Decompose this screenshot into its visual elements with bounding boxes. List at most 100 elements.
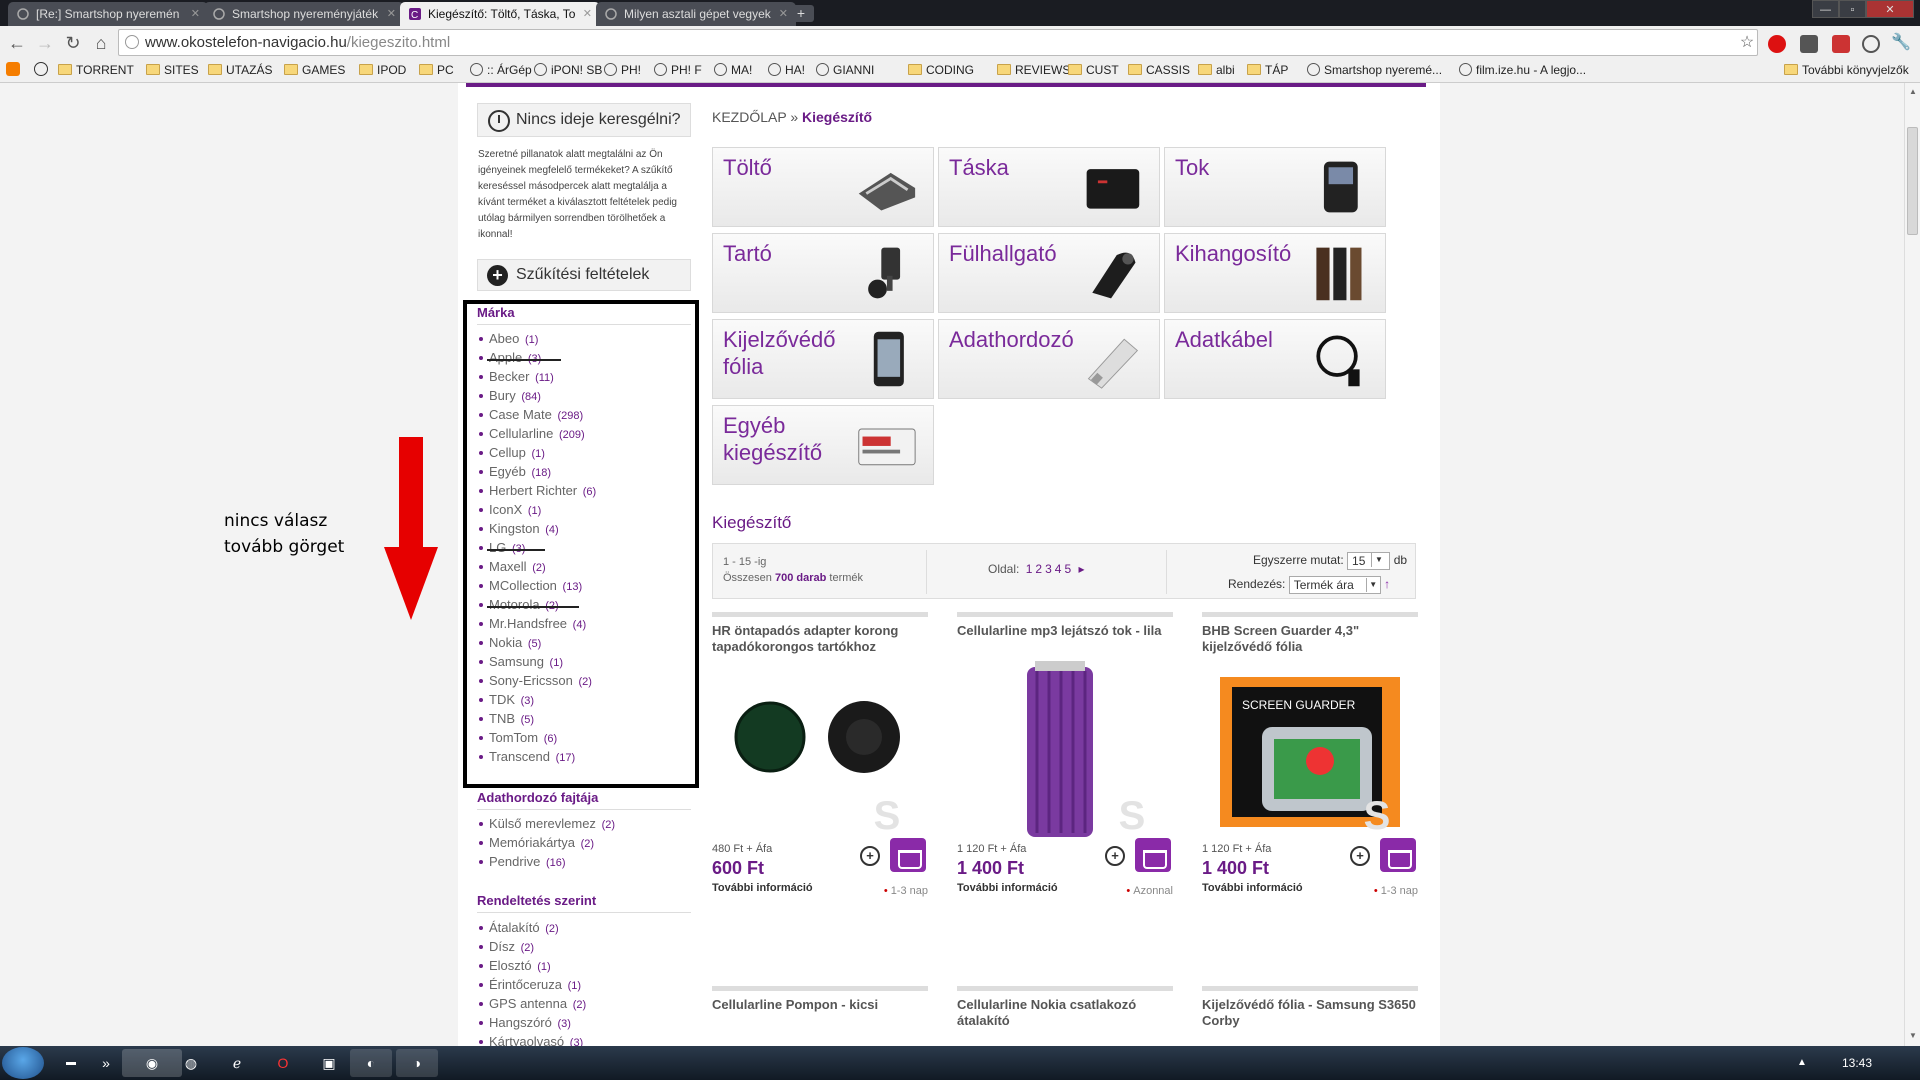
bookmark-item[interactable]: PC	[419, 62, 454, 78]
bookmark-item[interactable]: TORRENT	[58, 62, 134, 78]
bookmark-item[interactable]: CASSIS	[1128, 62, 1190, 78]
product-name-link[interactable]: Kijelzővédő fólia - Samsung S3650 Corby	[1202, 997, 1418, 1029]
brand-filter-item[interactable]: Motorola (2)	[477, 595, 691, 614]
category-tile[interactable]: Kihangosító	[1164, 233, 1386, 313]
app-taskbar-icon[interactable]: ▣	[308, 1049, 350, 1077]
brand-filter-item[interactable]: LG (3)	[477, 538, 691, 557]
page-number-link[interactable]: 1	[1026, 562, 1033, 576]
product-name-link[interactable]: Cellularline mp3 lejátszó tok - lila	[957, 623, 1173, 657]
brand-filter-item[interactable]: Nokia (5)	[477, 633, 691, 652]
brand-filter-item[interactable]: Kingston (4)	[477, 519, 691, 538]
other-bookmarks[interactable]: További könyvjelzők	[1784, 62, 1909, 78]
product-name-link[interactable]: HR öntapadós adapter korong tapadókorong…	[712, 623, 928, 657]
ie-taskbar-icon[interactable]: ℯ	[216, 1049, 258, 1077]
vertical-scrollbar[interactable]: ▲ ▼	[1904, 83, 1920, 1046]
bookmark-item[interactable]: albi	[1198, 62, 1235, 78]
purpose-filter-item[interactable]: Átalakító (2)	[477, 918, 691, 937]
brand-filter-item[interactable]: Samsung (1)	[477, 652, 691, 671]
brand-filter-item[interactable]: TomTom (6)	[477, 728, 691, 747]
bookmark-item[interactable]: GAMES	[284, 62, 345, 78]
storage-filter-item[interactable]: Pendrive (16)	[477, 852, 691, 871]
brand-filter-item[interactable]: MCollection (13)	[477, 576, 691, 595]
sort-select[interactable]: Termék ára ▼	[1288, 576, 1381, 594]
add-to-cart-button[interactable]	[890, 838, 926, 872]
brand-filter-item[interactable]: Herbert Richter (6)	[477, 481, 691, 500]
brand-filter-item[interactable]: TDK (3)	[477, 690, 691, 709]
storage-filter-item[interactable]: Külső merevlemez (2)	[477, 814, 691, 833]
product-name-link[interactable]: Cellularline Nokia csatlakozó átalakító	[957, 997, 1173, 1029]
bookmark-item[interactable]: film.ize.hu - A legjo...	[1458, 62, 1586, 78]
browser-tab[interactable]: Smartshop nyereményjáték ✕	[204, 2, 404, 26]
more-info-link[interactable]: További információ	[712, 882, 813, 894]
bookmark-item[interactable]: CODING	[908, 62, 974, 78]
bookmark-item[interactable]: PH!	[603, 62, 641, 78]
brand-filter-item[interactable]: Abeo (1)	[477, 329, 691, 348]
category-tile[interactable]: Egyéb kiegészítő	[712, 405, 934, 485]
page-number-link[interactable]: 5	[1064, 562, 1071, 576]
browser-tab[interactable]: [Re:] Smartshop nyeremén ✕	[8, 2, 208, 26]
product-name-link[interactable]: BHB Screen Guarder 4,3" kijelzővédő fóli…	[1202, 623, 1418, 657]
more-info-link[interactable]: További információ	[1202, 882, 1303, 894]
bookmark-item[interactable]: CUST	[1068, 62, 1119, 78]
product-name-link[interactable]: Cellularline Pompon - kicsi	[712, 997, 928, 1013]
product-image[interactable]: S	[957, 657, 1173, 839]
bookmark-item[interactable]: HA!	[767, 62, 805, 78]
page-number-link[interactable]: 2	[1035, 562, 1042, 576]
app-taskbar-icon[interactable]: ◐	[350, 1049, 392, 1077]
category-tile[interactable]: Tok	[1164, 147, 1386, 227]
purpose-filter-item[interactable]: Dísz (2)	[477, 937, 691, 956]
category-tile[interactable]: Kijelzővédő fólia	[712, 319, 934, 399]
page-number-link[interactable]: 3	[1045, 562, 1052, 576]
wordpress-icon[interactable]	[34, 62, 48, 80]
purpose-filter-item[interactable]: Elosztó (1)	[477, 956, 691, 975]
reload-icon[interactable]: ↻	[62, 32, 84, 54]
close-tab-icon[interactable]: ✕	[387, 2, 396, 26]
chat-extension-icon[interactable]	[1862, 35, 1880, 53]
category-tile[interactable]: Adathordozó	[938, 319, 1160, 399]
new-tab-button[interactable]: +	[788, 5, 814, 22]
storage-filter-item[interactable]: Memóriakártya (2)	[477, 833, 691, 852]
per-page-select[interactable]: 15 ▼	[1347, 552, 1391, 570]
category-tile[interactable]: Tartó	[712, 233, 934, 313]
category-tile[interactable]: Töltő	[712, 147, 934, 227]
filter-conditions-button[interactable]: + Szűkítési feltételek	[477, 259, 691, 291]
maximize-button[interactable]: ▫	[1839, 0, 1866, 18]
browser-tab-active[interactable]: C Kiegészítő: Töltő, Táska, To ✕	[400, 2, 600, 26]
browser-tab[interactable]: Milyen asztali gépet vegyek ✕	[596, 2, 796, 26]
category-tile[interactable]: Adatkábel	[1164, 319, 1386, 399]
taskbar-overflow-icon[interactable]: »	[96, 1049, 116, 1077]
bookmark-item[interactable]: :: ÁrGép	[469, 62, 532, 78]
zoom-icon[interactable]: +	[860, 846, 880, 866]
breadcrumb-home-link[interactable]: KEZDŐLAP	[712, 109, 786, 125]
brand-filter-item[interactable]: Bury (84)	[477, 386, 691, 405]
brand-filter-item[interactable]: Transcend (17)	[477, 747, 691, 766]
brand-filter-item[interactable]: Case Mate (298)	[477, 405, 691, 424]
scroll-up-icon[interactable]: ▲	[1909, 87, 1917, 96]
bookmark-item[interactable]: MA!	[713, 62, 752, 78]
bookmark-item[interactable]: UTAZÁS	[208, 62, 272, 78]
brand-filter-item[interactable]: TNB (5)	[477, 709, 691, 728]
close-tab-icon[interactable]: ✕	[779, 2, 788, 26]
brand-filter-item[interactable]: Maxell (2)	[477, 557, 691, 576]
more-info-link[interactable]: További információ	[957, 882, 1058, 894]
opera-extension-icon[interactable]	[1768, 35, 1786, 53]
forward-arrow-icon[interactable]: →	[34, 32, 56, 54]
category-tile[interactable]: Táska	[938, 147, 1160, 227]
bookmark-item[interactable]: PH! F	[653, 62, 702, 78]
bookmark-item[interactable]: REVIEWS	[997, 62, 1070, 78]
scrollbar-thumb[interactable]	[1907, 127, 1918, 235]
home-icon[interactable]: ⌂	[90, 32, 112, 54]
page-info-icon[interactable]	[125, 35, 139, 49]
bookmark-item[interactable]: IPOD	[359, 62, 406, 78]
opera-taskbar-icon[interactable]: O	[262, 1049, 304, 1077]
brand-filter-item[interactable]: Cellup (1)	[477, 443, 691, 462]
close-window-button[interactable]: ✕	[1866, 0, 1914, 18]
blogger-icon[interactable]	[6, 62, 20, 80]
scroll-down-icon[interactable]: ▼	[1909, 1031, 1917, 1040]
extension-icon[interactable]	[1800, 35, 1818, 53]
close-tab-icon[interactable]: ✕	[583, 2, 592, 26]
bookmark-item[interactable]: GIANNI	[815, 62, 874, 78]
start-button[interactable]	[2, 1047, 44, 1079]
brand-filter-item[interactable]: Becker (11)	[477, 367, 691, 386]
add-to-cart-button[interactable]	[1135, 838, 1171, 872]
